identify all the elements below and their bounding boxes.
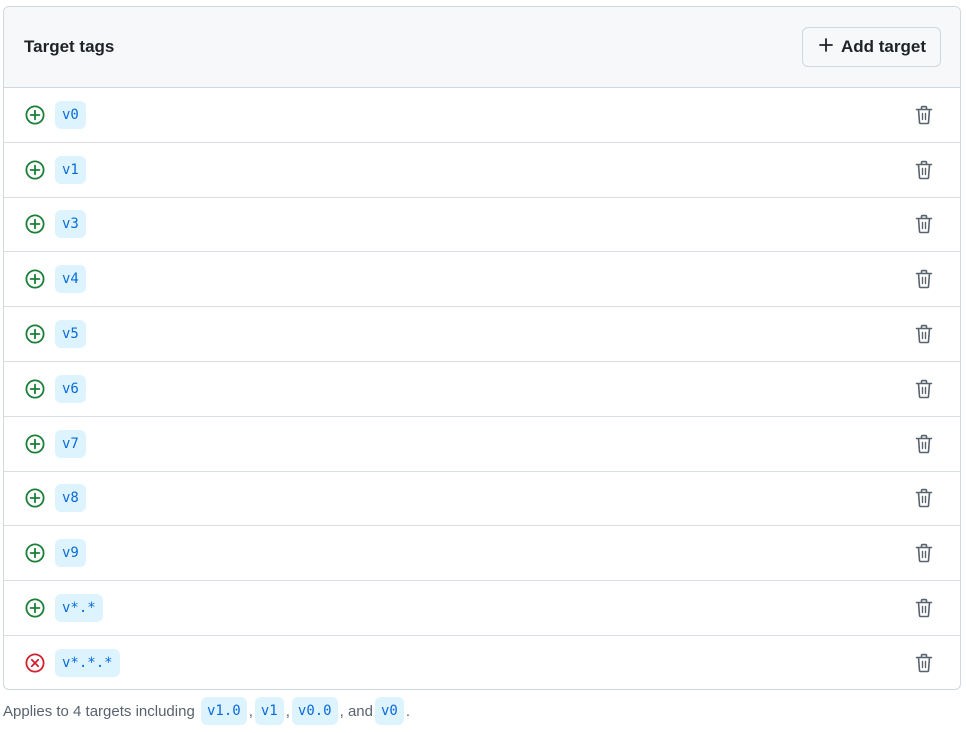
trash-icon[interactable]	[914, 268, 934, 290]
example-tag: v1	[254, 697, 284, 725]
plus-circle-icon	[24, 433, 46, 455]
trash-icon[interactable]	[914, 487, 934, 509]
plus-circle-icon	[24, 159, 46, 181]
target-row: v9	[4, 526, 960, 582]
panel-title: Target tags	[24, 37, 115, 56]
plus-circle-icon	[24, 213, 46, 235]
target-tag: v6	[55, 374, 86, 403]
target-row: v8	[4, 472, 960, 527]
target-tag: v*.*	[55, 594, 103, 623]
panel-header: Target tags Add target	[4, 7, 960, 88]
plus-icon	[819, 37, 833, 57]
target-list: v0 v1 v3 v4 v5 v6 v7 v8 v9 v*.* v*.*.*	[4, 88, 960, 689]
target-row: v*.*.*	[4, 636, 960, 689]
plus-circle-icon	[24, 542, 46, 564]
trash-icon[interactable]	[914, 378, 934, 400]
example-tag: v1.0	[200, 697, 247, 725]
target-tag: v7	[55, 429, 86, 458]
target-tag: v0	[55, 100, 86, 129]
target-row: v0	[4, 88, 960, 143]
target-row: v7	[4, 417, 960, 472]
plus-circle-icon	[24, 104, 46, 126]
trash-icon[interactable]	[914, 652, 934, 674]
target-row: v*.*	[4, 581, 960, 636]
plus-circle-icon	[24, 487, 46, 509]
target-row: v6	[4, 362, 960, 417]
target-tag: v4	[55, 265, 86, 294]
trash-icon[interactable]	[914, 597, 934, 619]
trash-icon[interactable]	[914, 542, 934, 564]
example-tag: v0.0	[291, 697, 338, 725]
target-row: v5	[4, 307, 960, 362]
trash-icon[interactable]	[914, 433, 934, 455]
add-target-label: Add target	[841, 37, 926, 56]
summary-prefix: Applies to 4 targets including	[3, 702, 195, 720]
plus-circle-icon	[24, 323, 46, 345]
target-tag: v5	[55, 320, 86, 349]
target-tags-panel: Target tags Add target v0 v1 v3 v4 v5 v6 v7 v8 v…	[3, 6, 961, 690]
target-row: v1	[4, 143, 960, 198]
target-tag: v3	[55, 210, 86, 239]
target-row: v3	[4, 198, 960, 253]
trash-icon[interactable]	[914, 213, 934, 235]
example-tag: v0	[374, 697, 404, 725]
x-circle-icon	[24, 652, 46, 674]
summary-end: .	[405, 702, 411, 720]
target-tag: v8	[55, 484, 86, 513]
separator: , and	[339, 702, 373, 720]
target-tag: v1	[55, 155, 86, 184]
plus-circle-icon	[24, 378, 46, 400]
separator: ,	[248, 702, 253, 720]
trash-icon[interactable]	[914, 323, 934, 345]
target-tag: v9	[55, 539, 86, 568]
applies-summary: Applies to 4 targets including v1.0, v1,…	[3, 697, 410, 725]
add-target-button[interactable]: Add target	[802, 27, 941, 67]
plus-circle-icon	[24, 268, 46, 290]
trash-icon[interactable]	[914, 104, 934, 126]
target-row: v4	[4, 252, 960, 308]
target-tag: v*.*.*	[55, 649, 120, 678]
trash-icon[interactable]	[914, 159, 934, 181]
separator: ,	[285, 702, 290, 720]
plus-circle-icon	[24, 597, 46, 619]
